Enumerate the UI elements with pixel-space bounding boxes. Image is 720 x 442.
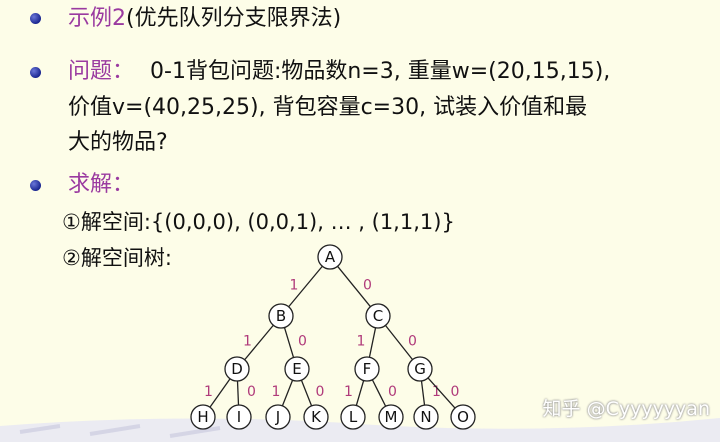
tree-node-label-M: M — [385, 408, 398, 426]
tree-node-label-L: L — [349, 408, 358, 426]
edge-label-FL: 1 — [344, 384, 353, 400]
edge-label-BD: 1 — [243, 334, 252, 350]
tree-node-label-H: H — [197, 408, 208, 426]
tree-edge-FL — [355, 380, 365, 406]
tree-node-label-F: F — [363, 360, 372, 378]
tree-node-label-K: K — [311, 408, 322, 426]
edge-label-GO: 0 — [451, 384, 460, 400]
edge-label-AC: 0 — [363, 278, 372, 294]
edge-label-GN: 1 — [432, 384, 441, 400]
edge-label-BE: 0 — [298, 334, 307, 350]
tree-edge-FM — [371, 379, 387, 407]
tree-edge-DI — [236, 380, 240, 406]
edge-label-AB: 1 — [290, 278, 299, 294]
tree-node-label-J: J — [275, 408, 280, 426]
tree-node-label-D: D — [231, 360, 243, 378]
tree-edge-DH — [209, 378, 231, 408]
tree-node-label-G: G — [414, 360, 426, 378]
tree-node-label-B: B — [276, 307, 286, 325]
tree-edge-BE — [283, 327, 295, 358]
tree-edge-EK — [300, 379, 313, 407]
edge-label-DI: 0 — [247, 384, 256, 400]
edge-label-EK: 0 — [316, 384, 325, 400]
watermark: 知乎 @Cyyyyyyan — [542, 398, 710, 420]
edge-label-CF: 1 — [357, 334, 366, 350]
tree-edge-CF — [368, 327, 377, 358]
tree-edge-GN — [420, 380, 426, 406]
edge-label-FM: 0 — [388, 384, 397, 400]
edge-label-DH: 1 — [204, 384, 213, 400]
edge-label-EJ: 1 — [272, 384, 281, 400]
edge-label-CG: 0 — [408, 334, 417, 350]
tree-edge-EJ — [281, 379, 294, 407]
tree-node-label-C: C — [373, 307, 383, 325]
tree-node-label-I: I — [237, 408, 241, 426]
tree-node-label-O: O — [457, 408, 469, 426]
solution-space-tree: 1 01 0 1 01 0 1 0 1 0 1 0AB CD E F GH I J K L M N O — [190, 244, 476, 430]
tree-node-label-A: A — [325, 248, 336, 266]
tree-node-label-E: E — [292, 360, 301, 378]
tree-node-label-N: N — [420, 408, 431, 426]
